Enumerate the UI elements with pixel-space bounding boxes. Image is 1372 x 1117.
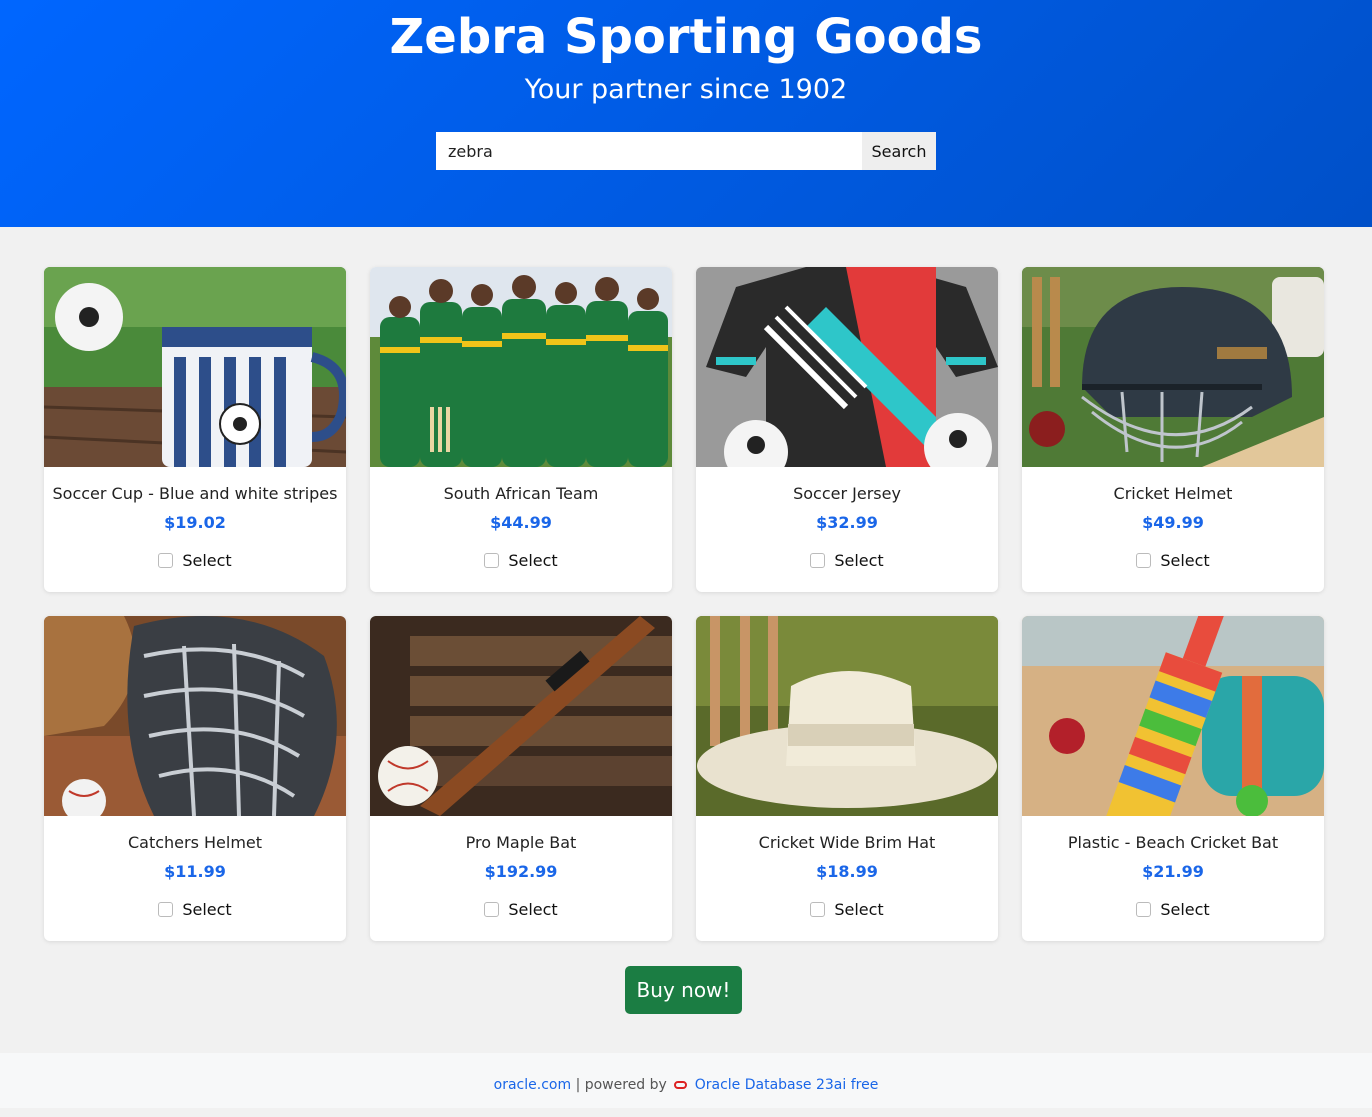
mug-image: [44, 267, 346, 467]
select-checkbox[interactable]: Select: [810, 551, 884, 570]
product-grid: Soccer Cup - Blue and white stripes $19.…: [44, 267, 1324, 941]
checkbox-box[interactable]: [810, 553, 826, 568]
checkbox-box[interactable]: [810, 902, 826, 917]
select-checkbox[interactable]: Select: [484, 551, 558, 570]
product-name: Soccer Cup - Blue and white stripes: [52, 484, 338, 503]
checkbox-box[interactable]: [158, 553, 174, 568]
select-label: Select: [508, 551, 558, 570]
checkbox-box[interactable]: [1136, 553, 1152, 568]
select-label: Select: [182, 551, 232, 570]
product-card: South African Team $44.99 Select: [370, 267, 672, 592]
product-card: Catchers Helmet $11.99 Select: [44, 616, 346, 941]
oracle-database-link[interactable]: Oracle Database 23ai free: [695, 1077, 879, 1093]
product-card: Pro Maple Bat $192.99 Select: [370, 616, 672, 941]
checkbox-box[interactable]: [1136, 902, 1152, 917]
beach-bat-image: [1022, 616, 1324, 816]
select-checkbox[interactable]: Select: [484, 900, 558, 919]
select-checkbox[interactable]: Select: [158, 551, 232, 570]
product-price: $49.99: [1142, 513, 1204, 532]
product-card: Cricket Wide Brim Hat $18.99 Select: [696, 616, 998, 941]
team-image: [370, 267, 672, 467]
product-price: $192.99: [484, 862, 558, 881]
product-name: Cricket Helmet: [1113, 484, 1233, 503]
product-name: Catchers Helmet: [127, 833, 263, 852]
search-bar: Search: [436, 132, 936, 170]
product-card: Cricket Helmet $49.99 Select: [1022, 267, 1324, 592]
product-price: $21.99: [1142, 862, 1204, 881]
product-price: $19.02: [164, 513, 226, 532]
product-name: Soccer Jersey: [793, 484, 901, 503]
footer-separator: | powered by: [575, 1077, 667, 1093]
site-header: Zebra Sporting Goods Your partner since …: [0, 0, 1372, 227]
select-label: Select: [182, 900, 232, 919]
checkbox-box[interactable]: [484, 553, 500, 568]
select-label: Select: [1160, 900, 1210, 919]
select-checkbox[interactable]: Select: [810, 900, 884, 919]
product-name: Plastic - Beach Cricket Bat: [1067, 833, 1279, 852]
product-price: $18.99: [816, 862, 878, 881]
site-title: Zebra Sporting Goods: [389, 9, 983, 65]
oracle-link[interactable]: oracle.com: [494, 1077, 571, 1093]
select-label: Select: [834, 900, 884, 919]
catchers-helmet-image: [44, 616, 346, 816]
jersey-image: [696, 267, 998, 467]
bat-image: [370, 616, 672, 816]
search-button[interactable]: Search: [862, 132, 936, 170]
footer: oracle.com | powered by Oracle Database …: [0, 1053, 1372, 1108]
product-card: Plastic - Beach Cricket Bat $21.99 Selec…: [1022, 616, 1324, 941]
product-price: $44.99: [490, 513, 552, 532]
product-name: South African Team: [443, 484, 599, 503]
product-price: $32.99: [816, 513, 878, 532]
product-card: Soccer Jersey $32.99 Select: [696, 267, 998, 592]
site-subtitle: Your partner since 1902: [524, 74, 848, 105]
search-input[interactable]: [436, 132, 862, 170]
select-checkbox[interactable]: Select: [158, 900, 232, 919]
checkbox-box[interactable]: [484, 902, 500, 917]
hat-image: [696, 616, 998, 816]
checkbox-box[interactable]: [158, 902, 174, 917]
product-price: $11.99: [164, 862, 226, 881]
select-checkbox[interactable]: Select: [1136, 551, 1210, 570]
oracle-logo-icon: [674, 1081, 688, 1089]
product-card: Soccer Cup - Blue and white stripes $19.…: [44, 267, 346, 592]
helmet-image: [1022, 267, 1324, 467]
product-name: Pro Maple Bat: [465, 833, 577, 852]
select-label: Select: [1160, 551, 1210, 570]
product-name: Cricket Wide Brim Hat: [758, 833, 936, 852]
select-label: Select: [834, 551, 884, 570]
select-checkbox[interactable]: Select: [1136, 900, 1210, 919]
buy-now-button[interactable]: Buy now!: [625, 966, 742, 1014]
select-label: Select: [508, 900, 558, 919]
